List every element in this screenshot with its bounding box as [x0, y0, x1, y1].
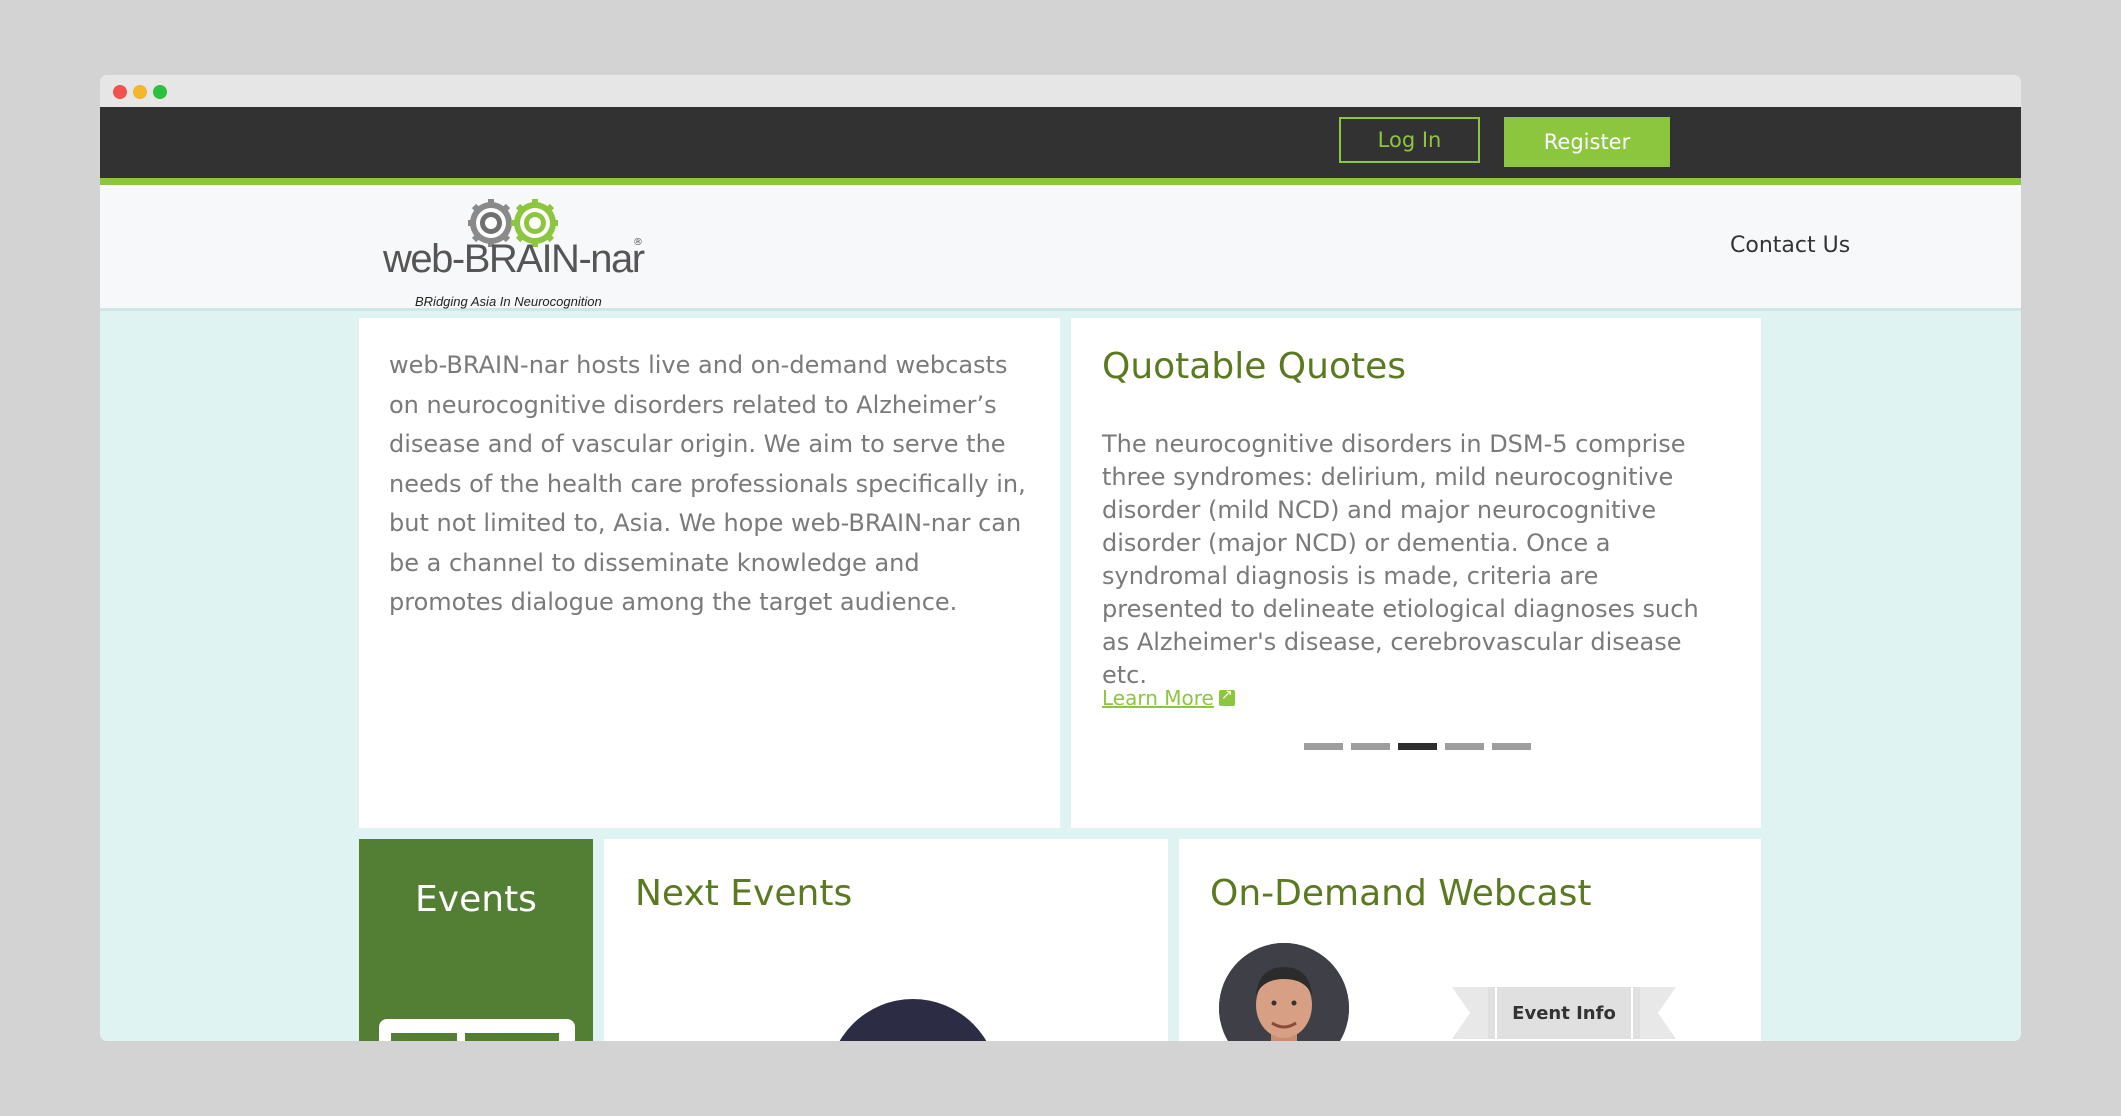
- nav-contact-us[interactable]: Contact Us: [1730, 233, 1850, 258]
- logo-wordmark: web-BRAIN-nar: [383, 237, 645, 281]
- events-title: Events: [415, 879, 537, 920]
- logo-tagline: BRidging Asia In Neurocognition: [415, 294, 602, 309]
- register-button[interactable]: Register: [1504, 117, 1670, 167]
- next-events-title: Next Events: [635, 873, 853, 914]
- event-info-label: Event Info: [1512, 1002, 1616, 1024]
- on-demand-webcast-card: On-Demand Webcast Event Info: [1179, 839, 1761, 1041]
- carousel-indicator[interactable]: [1492, 743, 1531, 750]
- close-window-button[interactable]: [113, 85, 127, 99]
- quotes-title: Quotable Quotes: [1102, 346, 1406, 387]
- speaker-avatar[interactable]: [1219, 943, 1349, 1041]
- quotable-quotes-card: Quotable Quotes The neurocognitive disor…: [1071, 318, 1761, 828]
- intro-card: web-BRAIN-nar hosts live and on-demand w…: [359, 318, 1060, 828]
- carousel-indicator[interactable]: [1398, 743, 1437, 750]
- login-button[interactable]: Log In: [1339, 117, 1480, 163]
- event-speaker-avatar[interactable]: [828, 999, 998, 1041]
- carousel-indicator[interactable]: [1304, 743, 1343, 750]
- person-photo-icon: [1219, 943, 1349, 1041]
- events-card[interactable]: Events: [359, 839, 593, 1041]
- site-logo[interactable]: web-BRAIN-nar ® BRidging Asia In Neuroco…: [383, 199, 653, 309]
- intro-text: web-BRAIN-nar hosts live and on-demand w…: [389, 351, 1026, 616]
- top-bar: Log In Register: [100, 107, 2021, 185]
- calendar-block: [391, 1033, 457, 1041]
- on-demand-title: On-Demand Webcast: [1210, 873, 1592, 914]
- next-events-card: Next Events: [604, 839, 1168, 1041]
- external-link-icon: [1218, 687, 1235, 706]
- site-header: web-BRAIN-nar ® BRidging Asia In Neuroco…: [100, 185, 2021, 311]
- calendar-icon: [379, 1019, 575, 1041]
- minimize-window-button[interactable]: [133, 85, 147, 99]
- maximize-window-button[interactable]: [153, 85, 167, 99]
- carousel-indicator[interactable]: [1351, 743, 1390, 750]
- learn-more-link[interactable]: Learn More: [1102, 686, 1235, 710]
- window-chrome: [100, 75, 2021, 107]
- quote-text: The neurocognitive disorders in DSM-5 co…: [1102, 430, 1699, 689]
- carousel-indicator[interactable]: [1445, 743, 1484, 750]
- event-info-button[interactable]: Event Info: [1452, 987, 1676, 1039]
- calendar-block: [465, 1033, 559, 1041]
- registered-mark: ®: [633, 237, 643, 248]
- learn-more-label: Learn More: [1102, 686, 1214, 710]
- browser-window: Log In Register web-BRAIN-nar ® BRidging…: [100, 75, 2021, 1041]
